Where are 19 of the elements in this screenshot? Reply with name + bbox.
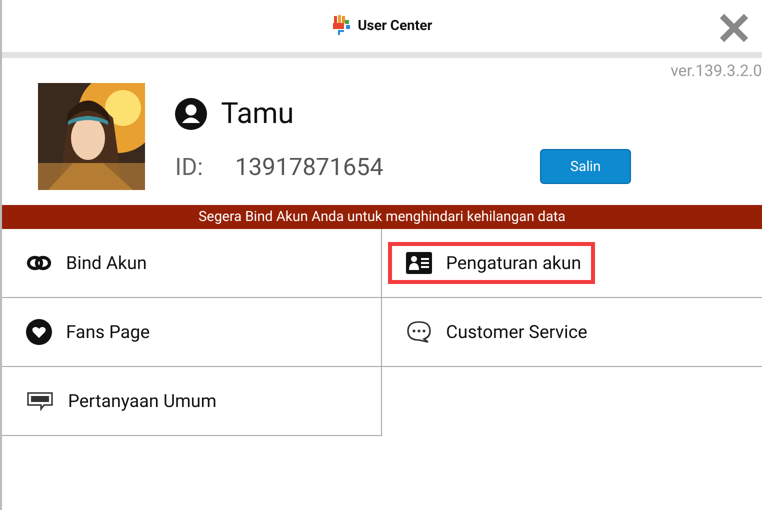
close-button[interactable]	[718, 12, 750, 44]
user-name: Tamu	[221, 97, 294, 131]
logo-icon	[332, 14, 352, 38]
chat-icon	[406, 320, 432, 344]
menu-item[interactable]: Pengaturan akun	[388, 242, 596, 284]
copy-button[interactable]: Salin	[540, 149, 631, 184]
version-label: ver.139.3.2.0	[670, 60, 762, 80]
menu-item[interactable]: Pertanyaan Umum	[8, 380, 230, 422]
link-icon	[26, 254, 52, 272]
id-label: ID:	[175, 152, 204, 180]
menu-item[interactable]: Fans Page	[8, 309, 164, 355]
id-value: 13917871654	[235, 152, 384, 180]
menu-item[interactable]: Customer Service	[388, 310, 602, 354]
user-icon	[175, 98, 207, 130]
id-card-icon	[406, 252, 432, 274]
close-icon	[718, 12, 750, 44]
window-title: User Center	[358, 18, 432, 34]
warning-banner: Segera Bind Akun Anda untuk menghindari kehilangan data	[2, 205, 762, 229]
menu-item[interactable]: Bind Akun	[8, 242, 161, 284]
